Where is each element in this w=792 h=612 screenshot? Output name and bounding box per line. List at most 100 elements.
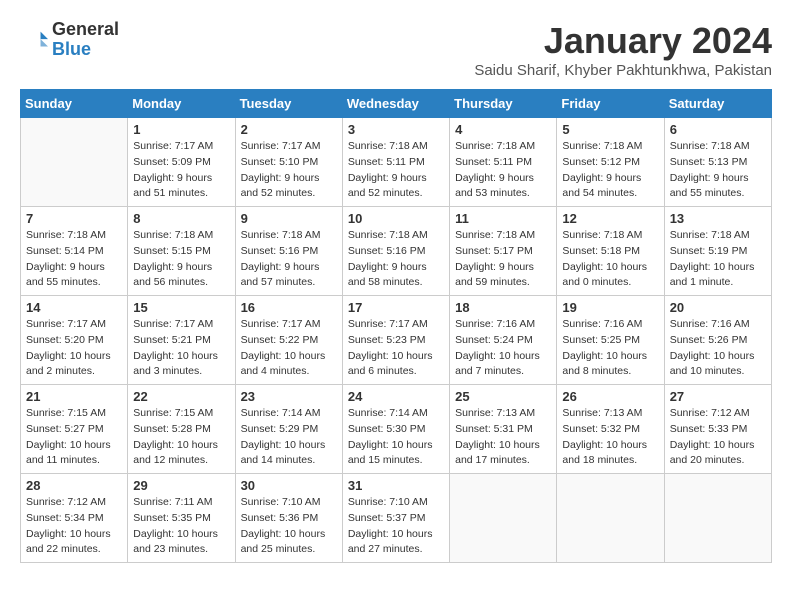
day-number: 24 <box>348 389 444 404</box>
column-header-sunday: Sunday <box>21 90 128 118</box>
day-cell: 12 Sunrise: 7:18 AMSunset: 5:18 PMDayligh… <box>557 207 664 296</box>
day-info: Sunrise: 7:10 AMSunset: 5:37 PMDaylight:… <box>348 495 444 558</box>
column-header-friday: Friday <box>557 90 664 118</box>
week-row-4: 21 Sunrise: 7:15 AMSunset: 5:27 PMDayligh… <box>21 385 772 474</box>
day-cell: 21 Sunrise: 7:15 AMSunset: 5:27 PMDayligh… <box>21 385 128 474</box>
week-row-1: 1Sunrise: 7:17 AMSunset: 5:09 PMDaylight… <box>21 118 772 207</box>
day-info: Sunrise: 7:17 AMSunset: 5:21 PMDaylight:… <box>133 317 229 380</box>
day-cell: 17 Sunrise: 7:17 AMSunset: 5:23 PMDayligh… <box>342 296 449 385</box>
day-number: 27 <box>670 389 766 404</box>
day-number: 20 <box>670 300 766 315</box>
day-cell <box>21 118 128 207</box>
logo-blue: Blue <box>52 40 119 60</box>
day-cell: 19 Sunrise: 7:16 AMSunset: 5:25 PMDayligh… <box>557 296 664 385</box>
day-cell: 14 Sunrise: 7:17 AMSunset: 5:20 PMDayligh… <box>21 296 128 385</box>
day-info: Sunrise: 7:17 AMSunset: 5:22 PMDaylight:… <box>241 317 337 380</box>
day-info: Sunrise: 7:13 AMSunset: 5:31 PMDaylight:… <box>455 406 551 469</box>
day-cell: 29 Sunrise: 7:11 AMSunset: 5:35 PMDayligh… <box>128 474 235 563</box>
day-cell: 24Sunrise: 7:14 AMSunset: 5:30 PMDayligh… <box>342 385 449 474</box>
page-header: General Blue January 2024 Saidu Sharif, … <box>20 20 772 79</box>
day-info: Sunrise: 7:12 AMSunset: 5:33 PMDaylight:… <box>670 406 766 469</box>
day-info: Sunrise: 7:16 AMSunset: 5:25 PMDaylight:… <box>562 317 658 380</box>
day-cell: 9Sunrise: 7:18 AMSunset: 5:16 PMDaylight… <box>235 207 342 296</box>
day-number: 19 <box>562 300 658 315</box>
day-number: 11 <box>455 211 551 226</box>
day-number: 28 <box>26 478 122 493</box>
logo-general: General <box>52 20 119 40</box>
day-info: Sunrise: 7:16 AMSunset: 5:24 PMDaylight:… <box>455 317 551 380</box>
calendar-table: SundayMondayTuesdayWednesdayThursdayFrid… <box>20 89 772 563</box>
day-cell: 15 Sunrise: 7:17 AMSunset: 5:21 PMDayligh… <box>128 296 235 385</box>
day-cell: 26 Sunrise: 7:13 AMSunset: 5:32 PMDayligh… <box>557 385 664 474</box>
day-number: 21 <box>26 389 122 404</box>
day-number: 12 <box>562 211 658 226</box>
day-number: 10 <box>348 211 444 226</box>
day-number: 1 <box>133 122 229 137</box>
day-number: 18 <box>455 300 551 315</box>
day-number: 22 <box>133 389 229 404</box>
day-info: Sunrise: 7:12 AMSunset: 5:34 PMDaylight:… <box>26 495 122 558</box>
day-info: Sunrise: 7:18 AMSunset: 5:16 PMDaylight:… <box>348 228 444 291</box>
day-cell: 16 Sunrise: 7:17 AMSunset: 5:22 PMDayligh… <box>235 296 342 385</box>
day-info: Sunrise: 7:13 AMSunset: 5:32 PMDaylight:… <box>562 406 658 469</box>
day-number: 3 <box>348 122 444 137</box>
day-number: 2 <box>241 122 337 137</box>
day-cell: 31 Sunrise: 7:10 AMSunset: 5:37 PMDayligh… <box>342 474 449 563</box>
day-number: 5 <box>562 122 658 137</box>
day-cell: 28 Sunrise: 7:12 AMSunset: 5:34 PMDayligh… <box>21 474 128 563</box>
logo-text: General Blue <box>52 20 119 60</box>
day-info: Sunrise: 7:16 AMSunset: 5:26 PMDaylight:… <box>670 317 766 380</box>
day-info: Sunrise: 7:17 AMSunset: 5:23 PMDaylight:… <box>348 317 444 380</box>
day-info: Sunrise: 7:15 AMSunset: 5:27 PMDaylight:… <box>26 406 122 469</box>
week-row-3: 14 Sunrise: 7:17 AMSunset: 5:20 PMDayligh… <box>21 296 772 385</box>
day-cell <box>664 474 771 563</box>
day-cell: 3 Sunrise: 7:18 AMSunset: 5:11 PMDaylight… <box>342 118 449 207</box>
day-cell: 8Sunrise: 7:18 AMSunset: 5:15 PMDaylight… <box>128 207 235 296</box>
day-cell: 13 Sunrise: 7:18 AMSunset: 5:19 PMDayligh… <box>664 207 771 296</box>
day-number: 7 <box>26 211 122 226</box>
day-info: Sunrise: 7:17 AMSunset: 5:20 PMDaylight:… <box>26 317 122 380</box>
day-number: 14 <box>26 300 122 315</box>
column-header-saturday: Saturday <box>664 90 771 118</box>
day-info: Sunrise: 7:18 AMSunset: 5:11 PMDaylight:… <box>348 139 444 202</box>
day-number: 26 <box>562 389 658 404</box>
day-cell: 11 Sunrise: 7:18 AMSunset: 5:17 PMDayligh… <box>450 207 557 296</box>
location-title: Saidu Sharif, Khyber Pakhtunkhwa, Pakist… <box>474 62 772 79</box>
day-cell <box>450 474 557 563</box>
day-info: Sunrise: 7:18 AMSunset: 5:18 PMDaylight:… <box>562 228 658 291</box>
day-number: 6 <box>670 122 766 137</box>
logo: General Blue <box>20 20 119 60</box>
day-number: 16 <box>241 300 337 315</box>
day-number: 13 <box>670 211 766 226</box>
day-number: 9 <box>241 211 337 226</box>
day-info: Sunrise: 7:18 AMSunset: 5:17 PMDaylight:… <box>455 228 551 291</box>
day-number: 29 <box>133 478 229 493</box>
day-cell: 27 Sunrise: 7:12 AMSunset: 5:33 PMDayligh… <box>664 385 771 474</box>
title-block: January 2024 Saidu Sharif, Khyber Pakhtu… <box>474 20 772 79</box>
day-number: 15 <box>133 300 229 315</box>
logo-icon <box>20 26 48 54</box>
day-info: Sunrise: 7:17 AMSunset: 5:10 PMDaylight:… <box>241 139 337 202</box>
day-info: Sunrise: 7:18 AMSunset: 5:19 PMDaylight:… <box>670 228 766 291</box>
day-number: 23 <box>241 389 337 404</box>
column-header-tuesday: Tuesday <box>235 90 342 118</box>
day-cell: 10 Sunrise: 7:18 AMSunset: 5:16 PMDayligh… <box>342 207 449 296</box>
day-cell: 23Sunrise: 7:14 AMSunset: 5:29 PMDayligh… <box>235 385 342 474</box>
column-header-wednesday: Wednesday <box>342 90 449 118</box>
day-cell: 2 Sunrise: 7:17 AMSunset: 5:10 PMDaylight… <box>235 118 342 207</box>
day-cell: 7Sunrise: 7:18 AMSunset: 5:14 PMDaylight… <box>21 207 128 296</box>
day-number: 8 <box>133 211 229 226</box>
day-cell: 6Sunrise: 7:18 AMSunset: 5:13 PMDaylight… <box>664 118 771 207</box>
day-cell: 20 Sunrise: 7:16 AMSunset: 5:26 PMDayligh… <box>664 296 771 385</box>
week-row-2: 7Sunrise: 7:18 AMSunset: 5:14 PMDaylight… <box>21 207 772 296</box>
day-cell: 18 Sunrise: 7:16 AMSunset: 5:24 PMDayligh… <box>450 296 557 385</box>
column-header-monday: Monday <box>128 90 235 118</box>
day-info: Sunrise: 7:18 AMSunset: 5:12 PMDaylight:… <box>562 139 658 202</box>
day-cell: 1Sunrise: 7:17 AMSunset: 5:09 PMDaylight… <box>128 118 235 207</box>
day-number: 31 <box>348 478 444 493</box>
day-cell: 4Sunrise: 7:18 AMSunset: 5:11 PMDaylight… <box>450 118 557 207</box>
day-cell: 25Sunrise: 7:13 AMSunset: 5:31 PMDayligh… <box>450 385 557 474</box>
calendar-header-row: SundayMondayTuesdayWednesdayThursdayFrid… <box>21 90 772 118</box>
day-number: 17 <box>348 300 444 315</box>
day-info: Sunrise: 7:11 AMSunset: 5:35 PMDaylight:… <box>133 495 229 558</box>
